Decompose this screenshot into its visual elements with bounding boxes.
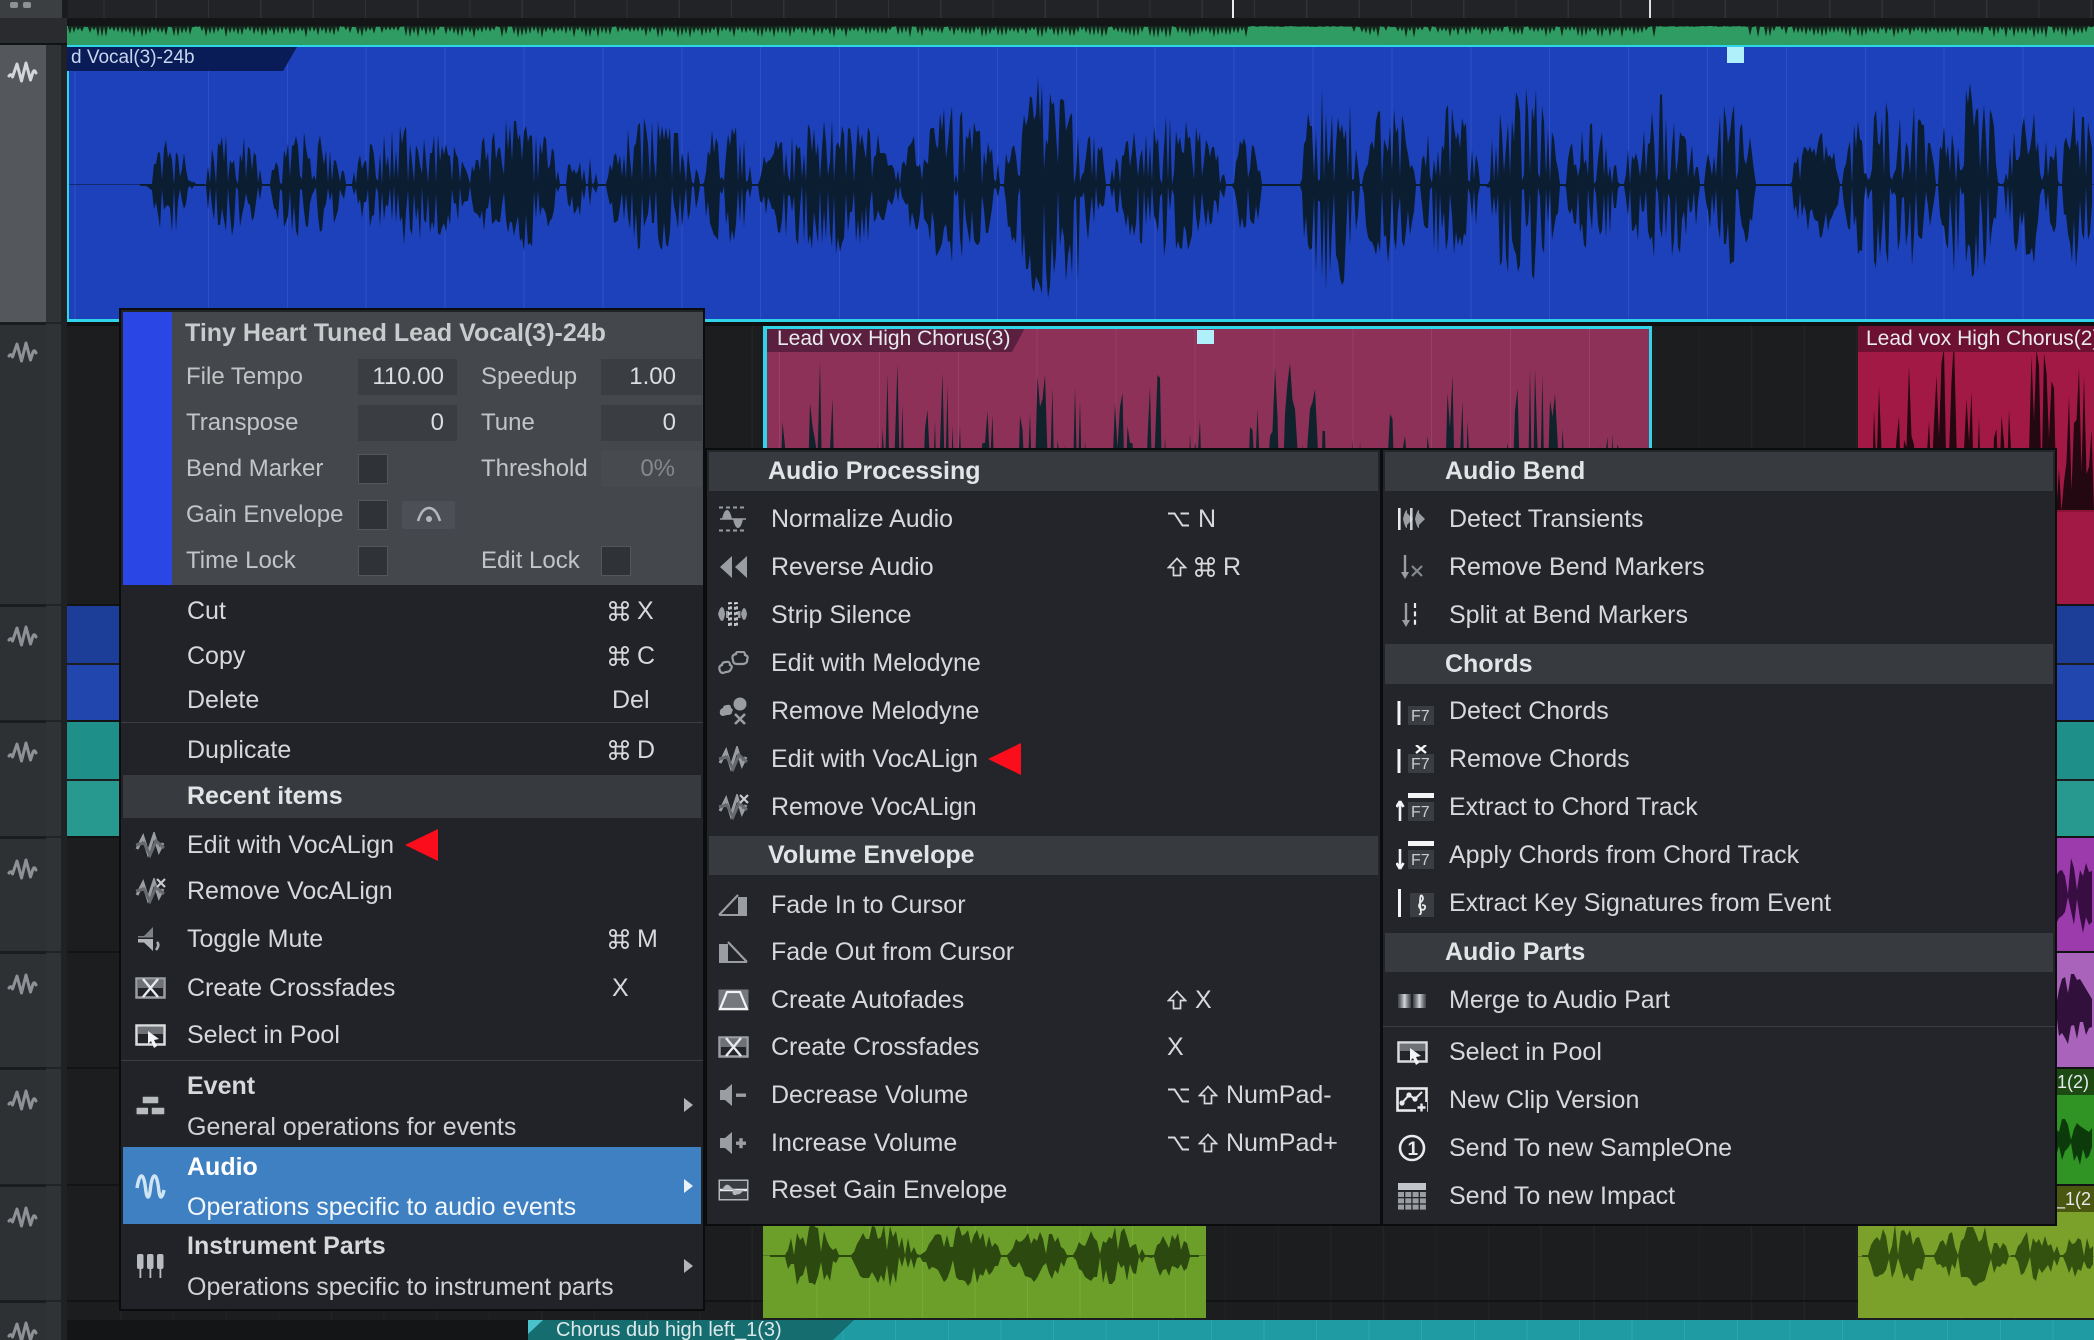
svg-text:1: 1 xyxy=(1408,1139,1419,1160)
svg-text:F7: F7 xyxy=(1411,852,1430,869)
svg-text:F7: F7 xyxy=(1411,708,1430,725)
svg-text:F7: F7 xyxy=(1411,804,1430,821)
svg-text:F7: F7 xyxy=(1411,756,1430,773)
